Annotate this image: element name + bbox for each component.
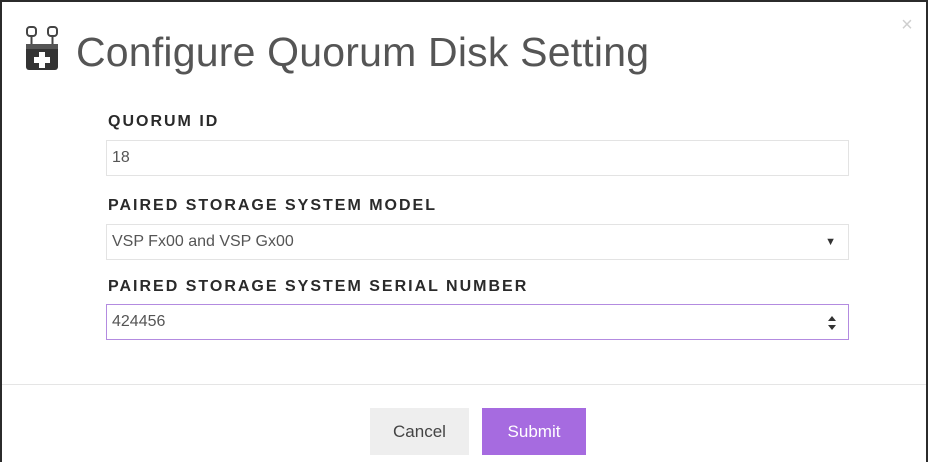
serial-number-value: 424456	[112, 313, 166, 330]
footer-divider	[2, 384, 926, 385]
storage-node-icon	[24, 24, 68, 72]
serial-number-label: PAIRED STORAGE SYSTEM SERIAL NUMBER	[108, 278, 529, 295]
dialog-header: Configure Quorum Disk Setting ×	[2, 2, 926, 92]
dropdown-arrow-icon: ▼	[825, 236, 836, 248]
close-icon[interactable]: ×	[898, 15, 916, 35]
submit-button[interactable]: Submit	[482, 408, 586, 455]
dialog-title: Configure Quorum Disk Setting	[76, 29, 650, 75]
configure-quorum-dialog: Configure Quorum Disk Setting × QUORUM I…	[0, 0, 928, 462]
storage-model-label: PAIRED STORAGE SYSTEM MODEL	[108, 197, 437, 214]
quorum-id-label: QUORUM ID	[108, 113, 220, 130]
serial-number-input[interactable]: 424456	[106, 304, 849, 340]
cancel-button[interactable]: Cancel	[370, 408, 469, 455]
storage-model-value: VSP Fx00 and VSP Gx00	[112, 233, 294, 250]
quorum-id-field[interactable]: 18	[106, 140, 849, 176]
storage-model-select[interactable]: VSP Fx00 and VSP Gx00 ▼	[106, 224, 849, 260]
quorum-id-value: 18	[112, 149, 130, 166]
number-spinner-icon[interactable]	[826, 312, 838, 332]
